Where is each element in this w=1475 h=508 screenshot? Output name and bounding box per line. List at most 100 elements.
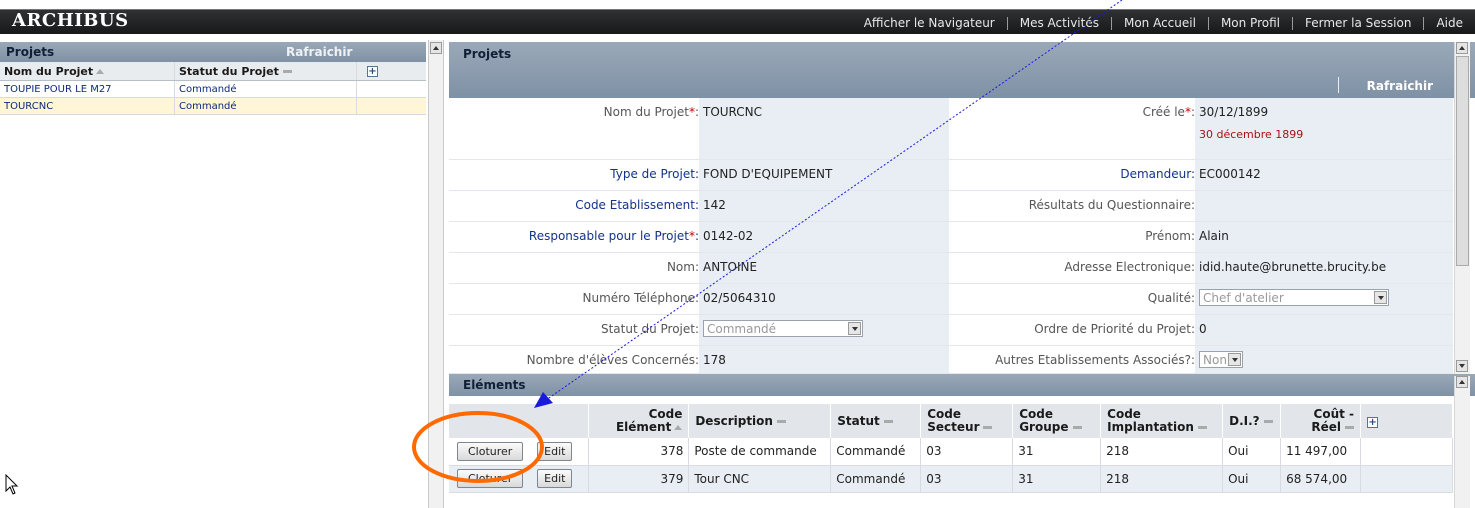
label-responsable[interactable]: Responsable pour le Projet*:	[449, 222, 699, 252]
value-ordre-priorite[interactable]: 0	[1195, 315, 1453, 345]
scroll-up-icon[interactable]	[1456, 42, 1468, 54]
mouse-pointer-icon	[5, 474, 19, 495]
value-type-projet[interactable]: FOND D'EQUIPEMENT	[699, 160, 949, 190]
value-nom[interactable]: ANTOINE	[699, 253, 949, 283]
column-cout-reel[interactable]: Coût - Réel	[1280, 404, 1362, 438]
project-name[interactable]: TOURCNC	[0, 101, 174, 112]
qualite-select[interactable]: Chef d'atelier	[1199, 289, 1389, 306]
form-row: Numéro Téléphone: 02/5064310 Qualité: Ch…	[449, 284, 1453, 315]
label-type-projet[interactable]: Type de Projet:	[449, 160, 699, 190]
elements-scrollbar[interactable]	[1454, 376, 1470, 508]
projects-list-header: Projets Rafraichir	[0, 42, 426, 62]
form-row: Code Etablissement: 142 Résultats du Que…	[449, 191, 1453, 222]
nav-fermer-session[interactable]: Fermer la Session	[1293, 16, 1423, 30]
top-navigation: Afficher le Navigateur Mes Activités Mon…	[852, 14, 1475, 32]
column-code-element[interactable]: Code Elément	[588, 404, 690, 438]
value-nombre-eleves[interactable]: 178	[699, 346, 949, 373]
value-cree-le[interactable]: 30/12/1899 30 décembre 1899	[1195, 98, 1453, 159]
sort-asc-icon[interactable]	[96, 69, 105, 74]
statut-select[interactable]: Commandé	[703, 320, 863, 337]
form-scrollbar[interactable]	[1454, 42, 1470, 374]
elements-table: Code Elément Description Statut Code Sec…	[449, 404, 1453, 493]
label-demandeur[interactable]: Demandeur:	[949, 160, 1195, 190]
sort-icon[interactable]	[883, 419, 893, 423]
cell-code-groupe: 31	[1012, 438, 1102, 466]
project-form-refresh-button[interactable]: Rafraichir	[1367, 79, 1433, 93]
table-row[interactable]: Cloturer Edit 379 Tour CNC Commandé 03 3…	[449, 465, 1453, 493]
label-nom-projet: Nom du Projet*:	[603, 105, 699, 119]
collapse-arrow-icon[interactable]	[430, 42, 442, 54]
projects-list-refresh-button[interactable]: Rafraichir	[286, 45, 352, 59]
chevron-down-icon[interactable]	[848, 322, 861, 335]
value-adresse-electronique[interactable]: idid.haute@brunette.brucity.be	[1195, 253, 1453, 283]
sort-icon[interactable]	[983, 426, 993, 429]
scroll-down-icon[interactable]	[1456, 360, 1468, 372]
cloturer-button[interactable]: Cloturer	[457, 441, 524, 461]
sort-asc-icon[interactable]	[674, 425, 683, 430]
column-code-groupe[interactable]: Code Groupe	[1012, 404, 1102, 438]
column-code-secteur[interactable]: Code Secteur	[920, 404, 1014, 438]
sort-icon[interactable]	[1345, 426, 1355, 429]
column-nom-projet[interactable]: Nom du Projet	[0, 65, 174, 78]
label-code-etablissement[interactable]: Code Etablissement:	[449, 191, 699, 221]
row-actions: Cloturer Edit	[449, 438, 590, 466]
sort-icon[interactable]	[1263, 419, 1273, 423]
panel-splitter[interactable]	[428, 40, 444, 508]
column-code-implantation[interactable]: Code Implantation	[1100, 404, 1224, 438]
nav-mes-activites[interactable]: Mes Activités	[1008, 16, 1111, 30]
sort-icon[interactable]	[1197, 426, 1207, 429]
elements-header: Eléments	[449, 374, 1475, 396]
value-prenom[interactable]: Alain	[1195, 222, 1453, 252]
value-nom-projet[interactable]: TOURCNC	[699, 98, 949, 159]
cell-statut: Commandé	[830, 438, 922, 466]
edit-button[interactable]: Edit	[537, 469, 573, 488]
autres-select[interactable]: Non	[1199, 351, 1243, 368]
sort-icon[interactable]	[776, 419, 786, 423]
add-column-icon[interactable]: +	[367, 65, 378, 77]
scrollbar-thumb[interactable]	[1456, 56, 1469, 266]
value-resultats-questionnaire[interactable]	[1195, 191, 1453, 221]
nav-aide[interactable]: Aide	[1424, 16, 1475, 30]
value-responsable[interactable]: 0142-02	[699, 222, 949, 252]
project-name[interactable]: TOUPIE POUR LE M27	[0, 84, 174, 95]
cell-cout-reel: 11 497,00	[1280, 438, 1362, 466]
column-statut[interactable]: Statut	[830, 404, 922, 438]
chevron-down-icon[interactable]	[1228, 353, 1241, 366]
value-code-etablissement[interactable]: 142	[699, 191, 949, 221]
value-telephone[interactable]: 02/5064310	[699, 284, 949, 314]
project-row-selected[interactable]: TOURCNC Commandé	[0, 98, 426, 115]
cell-di: Oui	[1222, 438, 1282, 466]
add-column-cell: +	[356, 62, 426, 80]
project-status[interactable]: Commandé	[174, 98, 356, 114]
sort-icon[interactable]	[1072, 426, 1082, 429]
label-cree-le: Créé le*:	[1142, 105, 1195, 119]
chevron-down-icon[interactable]	[1374, 291, 1387, 304]
top-bar: ARCHIBUS Afficher le Navigateur Mes Acti…	[0, 0, 1475, 34]
cell-di: Oui	[1222, 465, 1282, 493]
column-actions	[449, 404, 590, 438]
scroll-up-icon[interactable]	[1456, 376, 1468, 388]
nav-mon-accueil[interactable]: Mon Accueil	[1112, 16, 1208, 30]
sort-icon[interactable]	[282, 69, 292, 73]
form-row: Responsable pour le Projet*: 0142-02 Pré…	[449, 222, 1453, 253]
cell-description: Poste de commande	[688, 438, 832, 466]
form-row: Nom du Projet*: TOURCNC Créé le*: 30/12/…	[449, 98, 1453, 160]
column-di[interactable]: D.I.?	[1222, 404, 1282, 438]
cloturer-button[interactable]: Cloturer	[457, 469, 524, 488]
add-column-icon[interactable]: +	[1367, 416, 1379, 428]
projects-list-panel: Projets Rafraichir Nom du Projet Statut …	[0, 42, 426, 508]
value-demandeur[interactable]: EC000142	[1195, 160, 1453, 190]
qualite-cell: Chef d'atelier	[1195, 284, 1453, 314]
column-statut-projet[interactable]: Statut du Projet	[174, 62, 356, 80]
edit-button[interactable]: Edit	[537, 441, 573, 461]
nav-afficher-navigateur[interactable]: Afficher le Navigateur	[852, 16, 1007, 30]
form-row: Nom: ANTOINE Adresse Electronique: idid.…	[449, 253, 1453, 284]
nav-mon-profil[interactable]: Mon Profil	[1209, 16, 1292, 30]
elements-title: Eléments	[463, 378, 526, 392]
cell-description: Tour CNC	[688, 465, 832, 493]
label-adresse-electronique: Adresse Electronique:	[1064, 260, 1195, 274]
column-description[interactable]: Description	[688, 404, 832, 438]
project-row[interactable]: TOUPIE POUR LE M27 Commandé	[0, 81, 426, 98]
table-row[interactable]: Cloturer Edit 378 Poste de commande Comm…	[449, 438, 1453, 466]
project-status[interactable]: Commandé	[174, 81, 356, 97]
